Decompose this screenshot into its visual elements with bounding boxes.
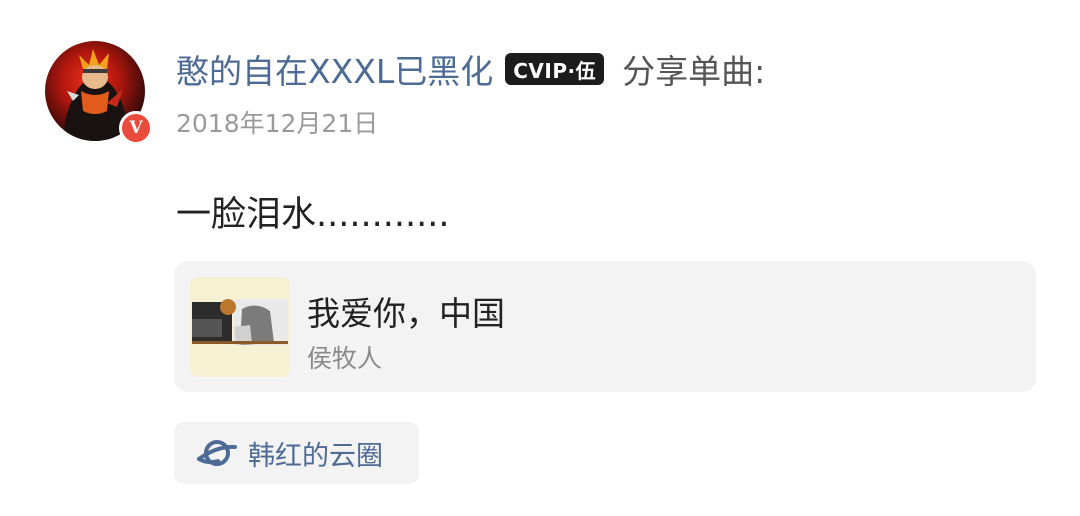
album-cover-icon[interactable] xyxy=(190,277,290,377)
post-text: 一脸泪水............ xyxy=(176,195,450,235)
album-art-image xyxy=(190,277,290,377)
share-action-text: 分享单曲: xyxy=(622,52,766,91)
circle-tag-label: 韩红的云圈 xyxy=(248,440,383,472)
feed-post: V 憨的自在XXXL已黑化 CVIP·伍 分享单曲: 2018年12月21日 一… xyxy=(0,0,1080,516)
planet-icon xyxy=(196,432,238,474)
shared-song-card[interactable]: 我爱你，中国 侯牧人 xyxy=(174,261,1036,392)
username-link[interactable]: 憨的自在XXXL已黑化 xyxy=(176,45,493,93)
user-avatar[interactable]: V xyxy=(45,41,153,145)
post-header: 憨的自在XXXL已黑化 CVIP·伍 分享单曲: xyxy=(176,44,765,94)
verified-badge: V xyxy=(119,111,153,145)
vip-badge[interactable]: CVIP·伍 xyxy=(505,53,605,85)
post-timestamp: 2018年12月21日 xyxy=(176,109,379,138)
song-artist: 侯牧人 xyxy=(307,344,383,373)
song-title: 我爱你，中国 xyxy=(307,294,505,333)
circle-tag-button[interactable]: 韩红的云圈 xyxy=(174,422,419,484)
